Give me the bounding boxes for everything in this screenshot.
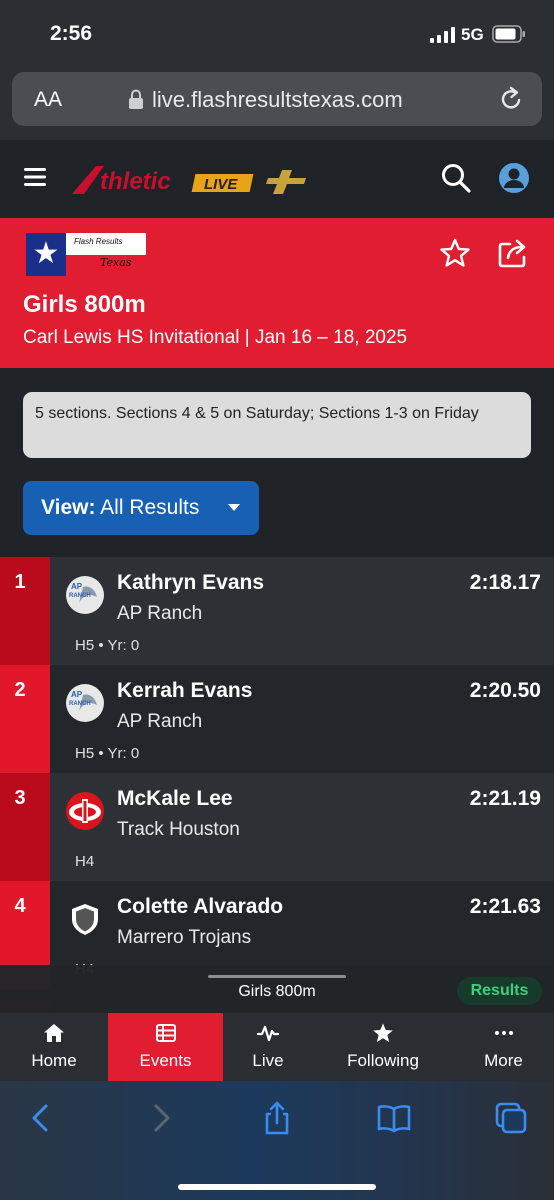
heat-year-meta: H4 [75, 853, 95, 870]
athlete-name[interactable]: Kathryn Evans [117, 571, 264, 595]
result-row[interactable]: 1 AP RANCH Kathryn Evans AP Ranch 2:18.1… [0, 557, 554, 665]
result-mark: 2:20.50 [469, 679, 541, 702]
texas-star-icon: ★ [32, 237, 60, 270]
star-icon [373, 1023, 393, 1042]
forward-icon[interactable] [144, 1101, 178, 1135]
flash-results-texas-logo: ★ Flash Results Texas [26, 233, 146, 276]
place-number: 1 [0, 557, 50, 665]
track-houston-logo-icon [66, 792, 104, 830]
svg-text:RANCH: RANCH [69, 701, 91, 707]
event-note: 5 sections. Sections 4 & 5 on Saturday; … [23, 392, 531, 458]
athlete-name[interactable]: McKale Lee [117, 787, 233, 811]
team-name[interactable]: Marrero Trojans [117, 927, 251, 949]
event-title: Girls 800m [23, 291, 146, 318]
back-icon[interactable] [24, 1101, 58, 1135]
pulse-icon [257, 1025, 279, 1042]
share-sheet-icon[interactable] [260, 1101, 294, 1135]
results-list: 1 AP RANCH Kathryn Evans AP Ranch 2:18.1… [0, 557, 554, 989]
chevron-down-icon [228, 504, 240, 511]
network-type: 5G [461, 25, 484, 44]
share-icon[interactable] [496, 236, 530, 270]
nav-label: Events [139, 1051, 192, 1070]
user-account-icon[interactable] [498, 162, 530, 194]
text-size-button[interactable]: AA [34, 88, 62, 112]
svg-text:RANCH: RANCH [69, 593, 91, 599]
nav-events[interactable]: Events [108, 1013, 223, 1081]
athletic-live-logo[interactable]: thletic LIVE [70, 162, 310, 198]
svg-text:AP: AP [71, 582, 83, 591]
flag-top-text: Flash Results [74, 237, 123, 246]
team-name[interactable]: Track Houston [117, 819, 240, 841]
svg-text:AP: AP [71, 690, 83, 699]
place-number: 2 [0, 665, 50, 773]
result-row[interactable]: 3 McKale Lee Track Houston 2:21.19 H4 [0, 773, 554, 881]
ap-ranch-logo-icon: AP RANCH [66, 684, 104, 722]
event-banner: ★ Flash Results Texas Girls 800m Carl Le… [0, 218, 554, 368]
athlete-name[interactable]: Kerrah Evans [117, 679, 252, 703]
favorite-star-icon[interactable] [440, 238, 470, 268]
search-icon[interactable] [440, 162, 472, 194]
svg-text:LIVE: LIVE [204, 176, 238, 193]
shield-icon [72, 904, 98, 935]
nav-more[interactable]: More [453, 1013, 554, 1081]
nav-label: More [484, 1051, 523, 1070]
place-number: 3 [0, 773, 50, 881]
heat-year-meta: H5 • Yr: 0 [75, 637, 140, 654]
nav-label: Live [252, 1051, 284, 1070]
heat-year-meta: H5 • Yr: 0 [75, 745, 140, 762]
bookmarks-icon[interactable] [377, 1101, 411, 1135]
lock-icon [129, 89, 143, 109]
view-label: View: [41, 496, 96, 519]
athlete-name[interactable]: Colette Alvarado [117, 895, 283, 919]
home-icon [44, 1024, 64, 1042]
result-mark: 2:18.17 [469, 571, 541, 594]
app-header: thletic LIVE [0, 140, 554, 218]
home-indicator [178, 1184, 376, 1190]
flag-bottom-text: Texas [100, 256, 132, 269]
team-name[interactable]: AP Ranch [117, 603, 202, 625]
battery-icon [492, 25, 525, 43]
status-time: 2:56 [50, 22, 93, 45]
view-value: All Results [100, 496, 200, 519]
nav-home[interactable]: Home [0, 1013, 108, 1081]
drag-handle[interactable] [208, 975, 346, 978]
svg-text:thletic: thletic [100, 168, 171, 195]
ap-ranch-logo-icon: AP RANCH [66, 576, 104, 614]
nav-label: Home [31, 1051, 77, 1070]
browser-toolbar [0, 1081, 554, 1200]
result-mark: 2:21.19 [469, 787, 541, 810]
signal-icon [430, 27, 455, 43]
result-mark: 2:21.63 [469, 895, 541, 918]
url-text[interactable]: live.flashresultstexas.com [152, 87, 403, 113]
nav-label: Following [347, 1051, 419, 1070]
reload-icon[interactable] [498, 85, 524, 113]
tabs-icon[interactable] [494, 1101, 528, 1135]
list-icon [155, 1024, 176, 1042]
status-bar: 2:56 5G [0, 0, 554, 68]
browser-bar: AA live.flashresultstexas.com [0, 68, 554, 140]
ellipsis-icon [494, 1031, 513, 1035]
meet-name-dates[interactable]: Carl Lewis HS Invitational | Jan 16 – 18… [23, 327, 407, 349]
menu-icon[interactable] [24, 167, 46, 187]
view-filter-dropdown[interactable]: View: All Results [23, 481, 259, 535]
results-badge[interactable]: Results [457, 977, 542, 1005]
address-bar[interactable]: AA live.flashresultstexas.com [12, 72, 542, 126]
result-row[interactable]: 2 AP RANCH Kerrah Evans AP Ranch 2:20.50… [0, 665, 554, 773]
nav-following[interactable]: Following [313, 1013, 453, 1081]
team-name[interactable]: AP Ranch [117, 711, 202, 733]
event-mini-bar[interactable]: Girls 800m Results [0, 965, 554, 1013]
nav-live[interactable]: Live [223, 1013, 313, 1081]
bottom-nav: Home Events Live Following More [0, 1013, 554, 1081]
